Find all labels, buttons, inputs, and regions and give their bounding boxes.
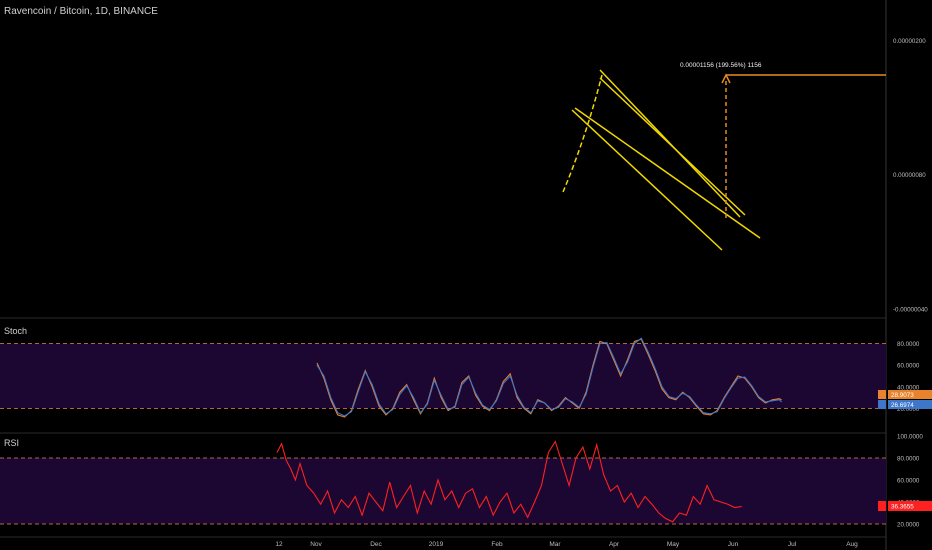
price-y-tick: 0.00000200 [893,38,926,45]
rsi-value-text: 36.3655 [891,503,914,510]
osc-y-tick: 80.0000 [897,341,920,348]
x-axis-tick: Mar [549,541,561,548]
stoch-panel-label: Stoch [4,326,28,336]
channel-line-lower [571,109,723,251]
x-axis-tick: 2019 [429,541,444,548]
x-axis-tick: Jun [728,541,739,548]
osc-y-tick: 20.0000 [897,522,920,529]
stoch-series-tag [878,400,886,409]
price-y-tick: 0.00000080 [893,172,926,179]
x-axis-tick: 12 [275,541,283,548]
stoch-value-text: 26.6974 [891,402,914,409]
price-y-tick: -0.00000040 [893,307,928,314]
osc-y-tick: 60.0000 [897,478,920,485]
osc-y-tick: 60.0000 [897,363,920,370]
stoch-value-text: 28.9073 [891,392,914,399]
x-axis-tick: Feb [491,541,503,548]
x-axis-tick: Jul [788,541,797,548]
channel-line-lower [574,107,761,239]
x-axis-tick: Apr [609,541,620,548]
rsi-panel-label: RSI [4,438,20,448]
x-axis-tick: Dec [370,541,382,548]
channel-line-upper [599,69,741,218]
rsi-series-tag [878,500,886,511]
x-axis-tick: Nov [310,541,322,548]
x-axis-tick: May [667,541,680,548]
osc-band-fill [0,458,886,524]
osc-y-tick: 100.0000 [897,434,923,441]
stoch-series-tag [878,390,886,399]
price-chart[interactable]: 0.000022000.000020000.000018000.00001600… [0,0,932,550]
x-axis-tick: Aug [846,541,858,548]
measure-label: 0.00001156 (199.56%) 1156 [680,62,762,69]
chart-title: Ravencoin / Bitcoin, 1D, BINANCE [4,6,158,17]
osc-y-tick: 80.0000 [897,456,920,463]
